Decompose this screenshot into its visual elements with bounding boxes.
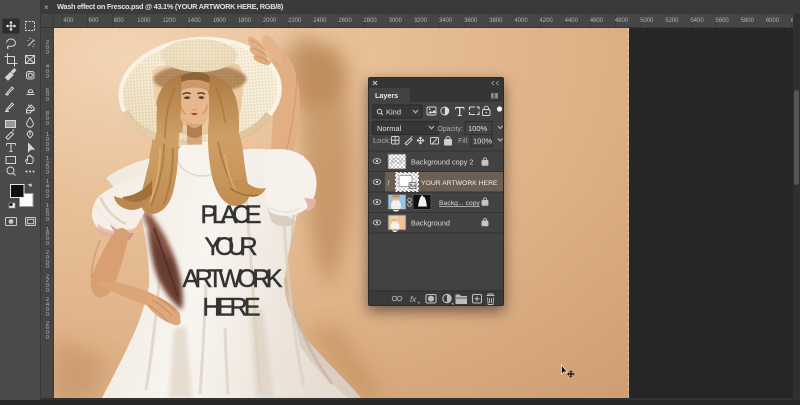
svg-text:Normal: Normal: [377, 124, 402, 133]
svg-text:fx: fx: [410, 295, 417, 304]
svg-text:YOUR ARTWORK HERE: YOUR ARTWORK HERE: [421, 180, 498, 187]
svg-text:ARTWORK: ARTWORK: [183, 265, 283, 293]
svg-text:Background: Background: [411, 219, 450, 228]
svg-text:Layers: Layers: [375, 91, 398, 100]
svg-text:Lock:: Lock:: [373, 136, 391, 145]
svg-text:Background copy 2: Background copy 2: [411, 158, 473, 167]
svg-text:100%: 100%: [468, 124, 488, 133]
svg-text:ƒ: ƒ: [387, 181, 390, 187]
svg-text:YOUR: YOUR: [205, 233, 258, 261]
svg-text:PLACE: PLACE: [201, 201, 262, 229]
svg-text:Kind: Kind: [386, 108, 401, 117]
svg-text:Backg... copy: Backg... copy: [439, 200, 480, 207]
svg-text:100%: 100%: [473, 137, 493, 146]
svg-text:Opacity:: Opacity:: [437, 126, 463, 133]
svg-text:Fill:: Fill:: [458, 138, 469, 145]
svg-text:HERE: HERE: [203, 294, 261, 322]
